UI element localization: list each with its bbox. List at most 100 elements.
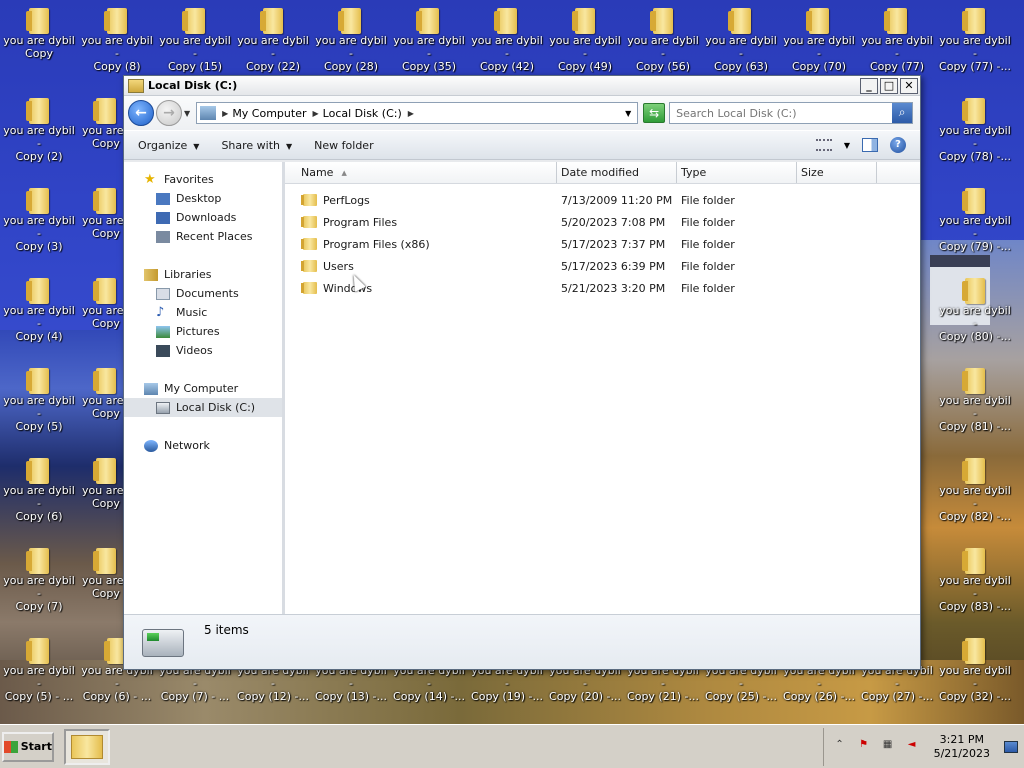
nav-documents[interactable]: Documents (124, 284, 282, 303)
desktop-icon[interactable]: you are dybil Copy (0, 6, 78, 60)
back-button[interactable]: ← (128, 100, 154, 126)
desktop-icon[interactable]: you are dybil - Copy (63) (702, 6, 780, 73)
organize-button[interactable]: Organize ▼ (138, 139, 199, 152)
chevron-right-icon[interactable]: ▶ (313, 109, 319, 118)
start-button[interactable]: Start (2, 731, 54, 762)
file-row[interactable]: Users 5/17/2023 6:39 PM File folder (285, 255, 920, 277)
nav-pictures[interactable]: Pictures (124, 322, 282, 341)
desktop-icon[interactable]: you are dybil - Copy (56) (624, 6, 702, 73)
nav-network[interactable]: Network (124, 436, 282, 455)
column-header-type[interactable]: Type (677, 162, 797, 183)
documents-icon (156, 287, 170, 300)
desktop-icon[interactable]: you are dybil - Copy (22) (234, 6, 312, 73)
nav-favorites[interactable]: ★ Favorites (124, 170, 282, 189)
desktop-icon[interactable]: you are dybil - Copy (79) -... (936, 186, 1014, 253)
show-hidden-icons-icon[interactable]: ⌃ (832, 739, 848, 755)
search-input[interactable] (670, 106, 893, 120)
column-header-date-modified[interactable]: Date modified (557, 162, 677, 183)
change-view-icon[interactable] (815, 139, 832, 151)
desktop-icon[interactable]: you are dybil - Copy (78) -... (936, 96, 1014, 163)
breadcrumb-local-disk[interactable]: Local Disk (C:) (323, 107, 402, 120)
desktop-icon[interactable]: you are Copy (78, 366, 124, 420)
desktop-icon[interactable]: you are dybil - Copy (81) -... (936, 366, 1014, 433)
desktop-icon[interactable]: you are dybil - Copy (28) (312, 6, 390, 73)
desktop-icon[interactable]: you are dybil - Copy (82) -... (936, 456, 1014, 523)
desktop-icon[interactable]: you are dybil - Copy (15) (156, 6, 234, 73)
column-header-name[interactable]: Name ▲ (285, 162, 557, 183)
folder-icon (805, 6, 833, 34)
desktop-icon[interactable]: you are dybil - Copy (8) (78, 6, 156, 73)
desktop-icon[interactable]: you are Copy (78, 96, 124, 150)
folder-icon (961, 636, 989, 664)
title-bar[interactable]: Local Disk (C:) _ □ ✕ (124, 76, 920, 96)
desktop-icon[interactable]: you are dybil - Copy (32) -... (936, 636, 1014, 703)
nav-libraries[interactable]: Libraries (124, 265, 282, 284)
maximize-button[interactable]: □ (880, 77, 898, 94)
recent-pages-dropdown[interactable]: ▼ (184, 109, 190, 118)
desktop-icon[interactable]: you are dybil - Copy (80) -... (936, 276, 1014, 343)
desktop-icon[interactable]: you are Copy (78, 276, 124, 330)
desktop-icon[interactable]: you are Copy (78, 456, 124, 510)
desktop-icon[interactable]: you are dybil - Copy (3) (0, 186, 78, 253)
nav-desktop[interactable]: Desktop (124, 189, 282, 208)
folder-icon (883, 6, 911, 34)
clock[interactable]: 3:21 PM 5/21/2023 (928, 733, 996, 761)
desktop-icon[interactable]: you are dybil - Copy (2) (0, 96, 78, 163)
desktop-icon[interactable]: you are dybil - Copy (4) (0, 276, 78, 343)
file-row[interactable]: Program Files (x86) 5/17/2023 7:37 PM Fi… (285, 233, 920, 255)
folder-icon (493, 6, 521, 34)
file-row[interactable]: Windows 5/21/2023 3:20 PM File folder (285, 277, 920, 299)
nav-local-disk[interactable]: Local Disk (C:) (124, 398, 282, 417)
desktop-icon[interactable]: you are dybil - Copy (6) (0, 456, 78, 523)
address-bar[interactable]: ▶ My Computer ▶ Local Disk (C:) ▶ ▼ (196, 102, 639, 124)
address-dropdown[interactable]: ▼ (619, 109, 637, 118)
desktop-icon[interactable]: you are dybil - Copy (83) -... (936, 546, 1014, 613)
nav-videos[interactable]: Videos (124, 341, 282, 360)
search-icon[interactable]: ⌕ (892, 103, 913, 123)
file-list: Name ▲ Date modified Type Size PerfLogs 7… (285, 162, 920, 614)
nav-my-computer[interactable]: My Computer (124, 379, 282, 398)
taskbar: Start ⌃ ⚑ ▦ ◄ 3:21 PM 5/21/2023 (0, 724, 1024, 768)
file-row[interactable]: PerfLogs 7/13/2009 11:20 PM File folder (285, 189, 920, 211)
network-icon[interactable]: ▦ (880, 739, 896, 755)
preview-pane-icon[interactable] (862, 138, 878, 152)
breadcrumb-my-computer[interactable]: My Computer (232, 107, 306, 120)
drive-icon (156, 401, 170, 414)
taskbar-explorer-button[interactable] (64, 728, 110, 765)
chevron-down-icon: ▼ (193, 141, 200, 151)
help-icon[interactable]: ? (890, 137, 906, 153)
forward-button[interactable]: → (156, 100, 182, 126)
share-with-button[interactable]: Share with ▼ (221, 139, 292, 152)
nav-downloads[interactable]: Downloads (124, 208, 282, 227)
folder-icon (961, 546, 989, 574)
desktop-icon[interactable]: you are dybil - Copy (7) (0, 546, 78, 613)
close-button[interactable]: ✕ (900, 77, 918, 94)
desktop-icon[interactable]: you are Copy (78, 186, 124, 240)
desktop-icon[interactable]: you are dybil - Copy (77) (858, 6, 936, 73)
column-header-size[interactable]: Size (797, 162, 877, 183)
folder-icon (25, 636, 53, 664)
chevron-right-icon[interactable]: ▶ (408, 109, 414, 118)
desktop-icon[interactable]: you are dybil - Copy (49) (546, 6, 624, 73)
desktop-icon[interactable]: you are dybil - Copy (70) (780, 6, 858, 73)
folder-icon (25, 96, 53, 124)
desktop-icon[interactable]: you are Copy (78, 546, 124, 600)
action-center-icon[interactable]: ⚑ (856, 739, 872, 755)
file-row[interactable]: Program Files 5/20/2023 7:08 PM File fol… (285, 211, 920, 233)
view-dropdown[interactable]: ▼ (844, 141, 850, 150)
desktop-icon[interactable]: you are dybil - Copy (42) (468, 6, 546, 73)
volume-icon[interactable]: ◄ (904, 739, 920, 755)
new-folder-button[interactable]: New folder (314, 139, 373, 152)
chevron-right-icon[interactable]: ▶ (222, 109, 228, 118)
nav-recent-places[interactable]: Recent Places (124, 227, 282, 246)
show-desktop-button[interactable] (1004, 740, 1018, 753)
desktop-icon[interactable]: you are dybil - Copy (35) (390, 6, 468, 73)
desktop-icon[interactable]: you are dybil - Copy (77) -... (936, 6, 1014, 73)
desktop-icon[interactable]: you are dybil - Copy (5) (0, 366, 78, 433)
refresh-button[interactable]: ⇆ (643, 103, 666, 123)
minimize-button[interactable]: _ (860, 77, 878, 94)
command-bar: Organize ▼ Share with ▼ New folder ▼ ? (124, 130, 920, 160)
desktop-icon[interactable]: you are dybil - Copy (5) - ... (0, 636, 78, 703)
nav-music[interactable]: ♪ Music (124, 303, 282, 322)
search-box: ⌕ (669, 102, 914, 124)
